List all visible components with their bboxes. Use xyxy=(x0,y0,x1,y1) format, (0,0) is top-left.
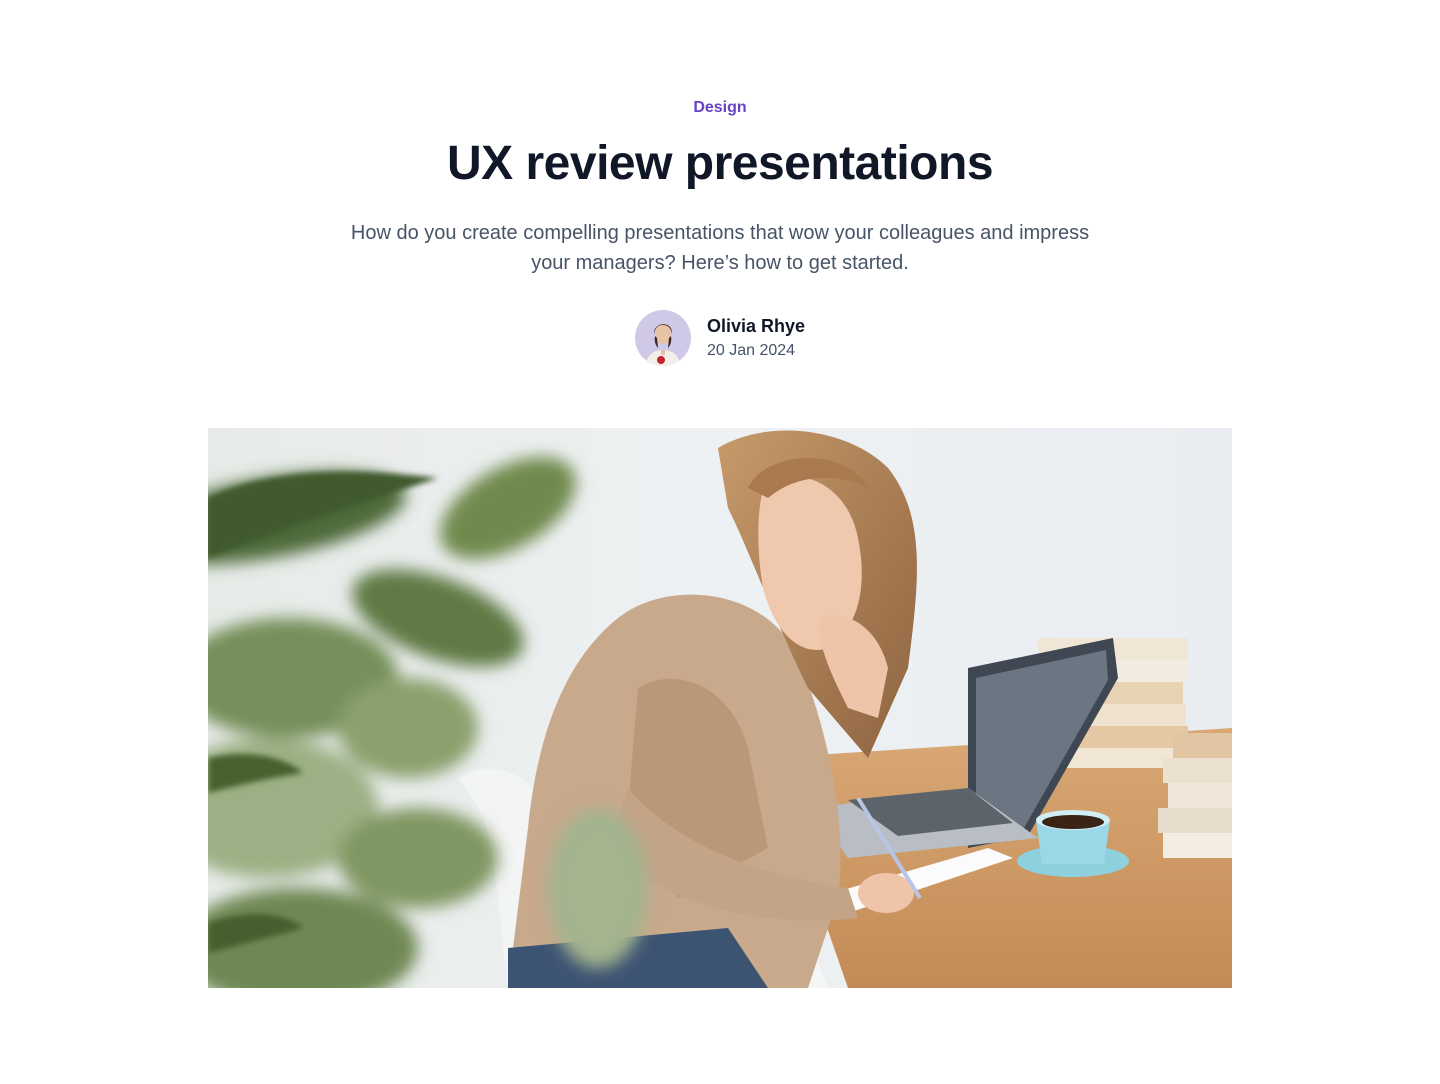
author-info: Olivia Rhye 20 Jan 2024 xyxy=(707,313,805,363)
hero-illustration xyxy=(208,428,1232,988)
post-title: UX review presentations xyxy=(446,137,994,190)
author-avatar[interactable] xyxy=(634,310,691,366)
post-category[interactable]: Design xyxy=(0,96,1440,120)
blog-post-page: Design UX review presentations How do yo… xyxy=(0,0,1440,1084)
post-subtitle: How do you create compelling presentatio… xyxy=(350,222,1090,274)
avatar-image xyxy=(634,310,691,366)
hero-image xyxy=(208,428,1232,988)
author-name[interactable]: Olivia Rhye xyxy=(707,313,805,339)
post-date: 20 Jan 2024 xyxy=(706,342,796,359)
author-block: Olivia Rhye 20 Jan 2024 xyxy=(0,310,1440,366)
post-header: Design UX review presentations How do yo… xyxy=(0,96,1440,366)
